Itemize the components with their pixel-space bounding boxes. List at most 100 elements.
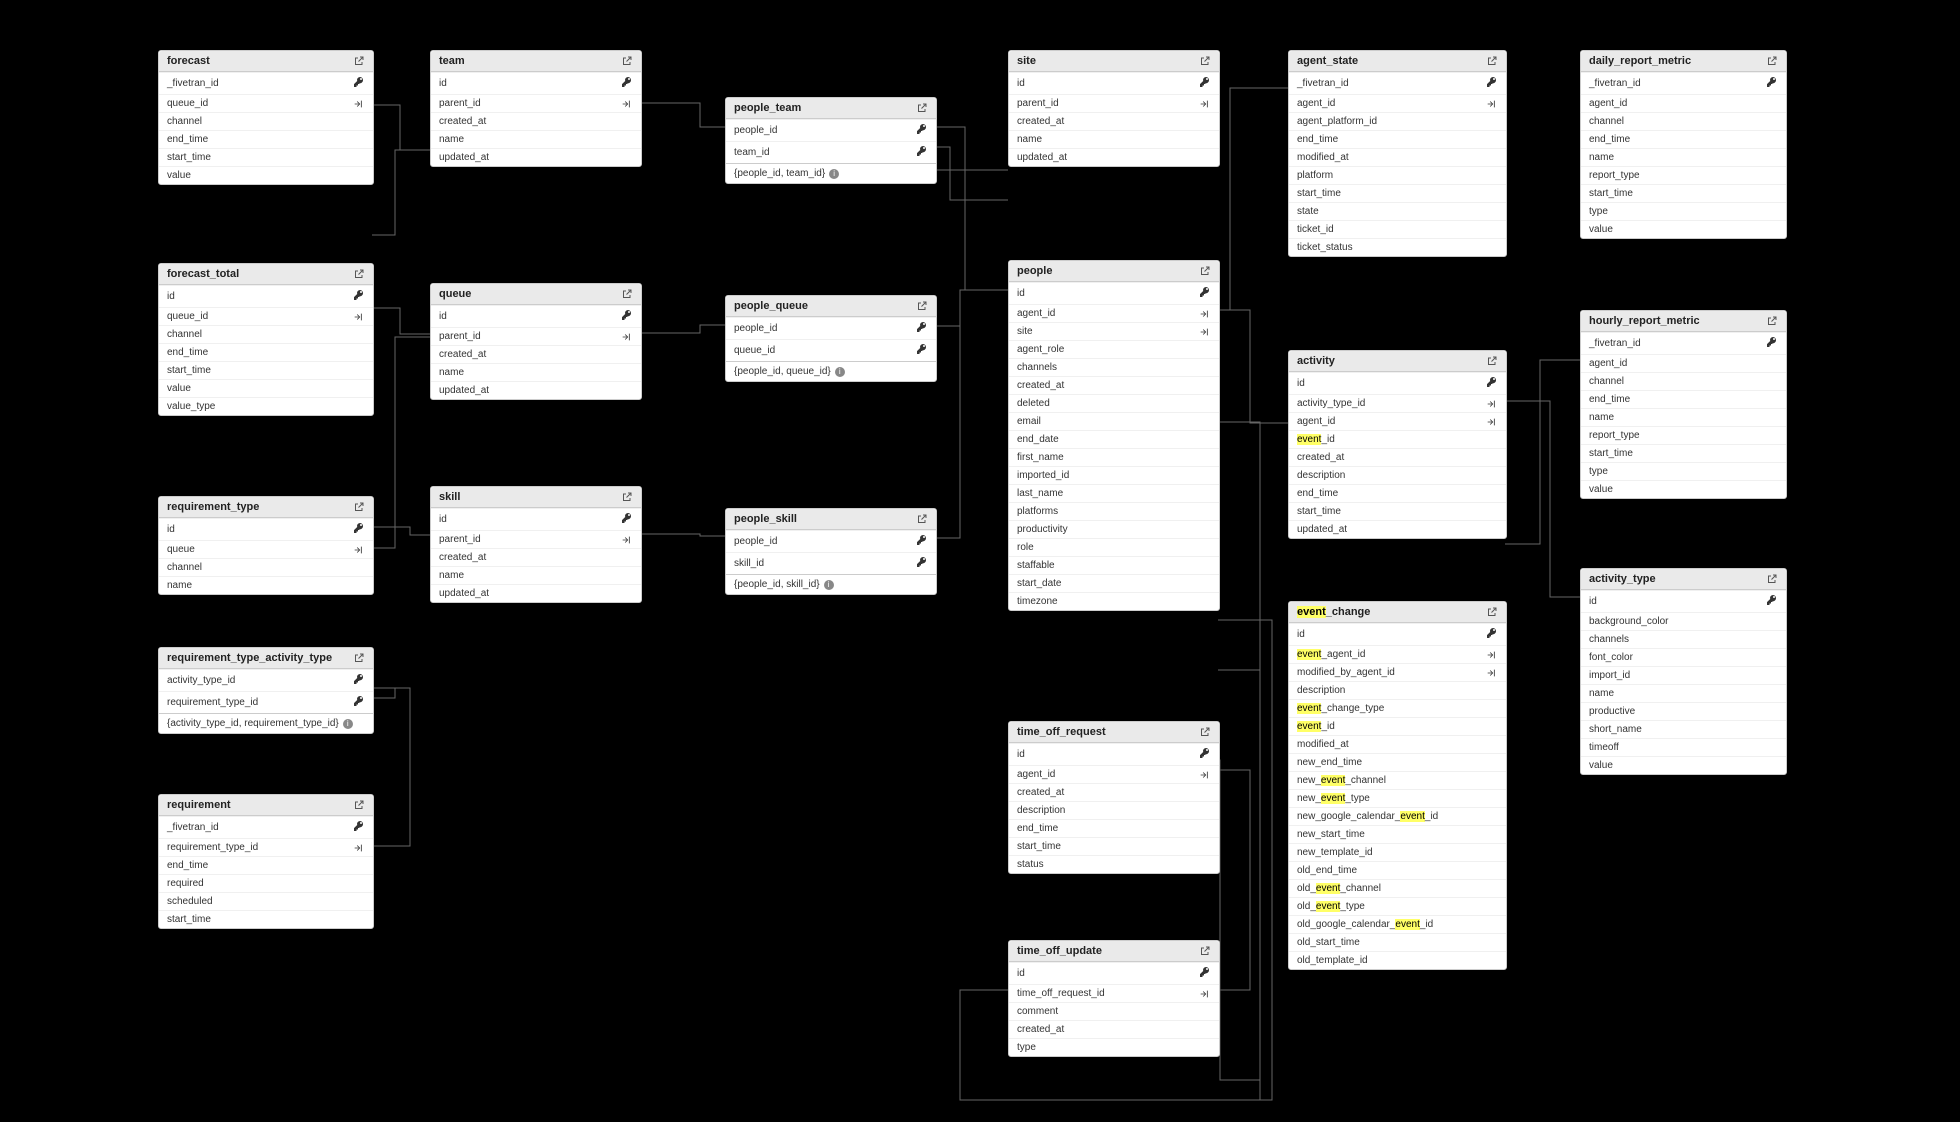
column-row[interactable]: start_time	[1289, 184, 1506, 202]
popout-icon[interactable]	[1199, 726, 1211, 738]
table-header[interactable]: skill	[431, 487, 641, 508]
popout-icon[interactable]	[621, 288, 633, 300]
column-row[interactable]: platforms	[1009, 502, 1219, 520]
table-team[interactable]: teamidparent_idcreated_atnameupdated_at	[430, 50, 642, 167]
column-row[interactable]: new_template_id	[1289, 843, 1506, 861]
column-row[interactable]: end_time	[159, 343, 373, 361]
column-row[interactable]: start_time	[1581, 444, 1786, 462]
column-row[interactable]: skill_id	[726, 552, 936, 574]
column-row[interactable]: name	[1009, 130, 1219, 148]
column-row[interactable]: end_date	[1009, 430, 1219, 448]
column-row[interactable]: old_end_time	[1289, 861, 1506, 879]
info-icon[interactable]: i	[824, 580, 834, 590]
column-row[interactable]: channel	[159, 325, 373, 343]
table-header[interactable]: site	[1009, 51, 1219, 72]
table-header[interactable]: requirement_type_activity_type	[159, 648, 373, 669]
column-row[interactable]: last_name	[1009, 484, 1219, 502]
column-row[interactable]: channel	[1581, 372, 1786, 390]
column-row[interactable]: new_event_type	[1289, 789, 1506, 807]
info-icon[interactable]: i	[343, 719, 353, 729]
table-header[interactable]: forecast	[159, 51, 373, 72]
table-requirement[interactable]: requirement_fivetran_idrequirement_type_…	[158, 794, 374, 929]
column-row[interactable]: old_event_channel	[1289, 879, 1506, 897]
popout-icon[interactable]	[1766, 55, 1778, 67]
table-event_change[interactable]: event_changeidevent_agent_idmodified_by_…	[1288, 601, 1507, 970]
column-row[interactable]: id	[1009, 72, 1219, 94]
table-skill[interactable]: skillidparent_idcreated_atnameupdated_at	[430, 486, 642, 603]
column-row[interactable]: people_id	[726, 119, 936, 141]
column-row[interactable]: _fivetran_id	[1581, 72, 1786, 94]
column-row[interactable]: name	[431, 130, 641, 148]
popout-icon[interactable]	[353, 55, 365, 67]
column-row[interactable]: activity_type_id	[1289, 394, 1506, 412]
column-row[interactable]: value	[159, 166, 373, 184]
column-row[interactable]: font_color	[1581, 648, 1786, 666]
column-row[interactable]: agent_platform_id	[1289, 112, 1506, 130]
popout-icon[interactable]	[353, 652, 365, 664]
column-row[interactable]: modified_at	[1289, 148, 1506, 166]
table-activity[interactable]: activityidactivity_type_idagent_idevent_…	[1288, 350, 1507, 539]
column-row[interactable]: id	[431, 72, 641, 94]
column-row[interactable]: id	[1009, 743, 1219, 765]
column-row[interactable]: description	[1289, 681, 1506, 699]
column-row[interactable]: requirement_type_id	[159, 838, 373, 856]
column-row[interactable]: team_id	[726, 141, 936, 163]
column-row[interactable]: agent_role	[1009, 340, 1219, 358]
column-row[interactable]: created_at	[1009, 112, 1219, 130]
column-row[interactable]: email	[1009, 412, 1219, 430]
column-row[interactable]: event_change_type	[1289, 699, 1506, 717]
column-row[interactable]: id	[1289, 623, 1506, 645]
column-row[interactable]: status	[1009, 855, 1219, 873]
table-header[interactable]: people	[1009, 261, 1219, 282]
column-row[interactable]: people_id	[726, 317, 936, 339]
column-row[interactable]: parent_id	[431, 94, 641, 112]
column-row[interactable]: activity_type_id	[159, 669, 373, 691]
info-icon[interactable]: i	[835, 367, 845, 377]
popout-icon[interactable]	[353, 799, 365, 811]
column-row[interactable]: required	[159, 874, 373, 892]
popout-icon[interactable]	[1486, 606, 1498, 618]
table-header[interactable]: requirement_type	[159, 497, 373, 518]
column-row[interactable]: comment	[1009, 1002, 1219, 1020]
popout-icon[interactable]	[916, 300, 928, 312]
column-row[interactable]: value_type	[159, 397, 373, 415]
column-row[interactable]: agent_id	[1581, 354, 1786, 372]
column-row[interactable]: created_at	[1009, 783, 1219, 801]
column-row[interactable]: agent_id	[1009, 304, 1219, 322]
column-row[interactable]: deleted	[1009, 394, 1219, 412]
table-queue[interactable]: queueidparent_idcreated_atnameupdated_at	[430, 283, 642, 400]
table-header[interactable]: team	[431, 51, 641, 72]
column-row[interactable]: created_at	[431, 548, 641, 566]
column-row[interactable]: name	[431, 363, 641, 381]
column-row[interactable]: type	[1581, 202, 1786, 220]
table-forecast_total[interactable]: forecast_totalidqueue_idchannelend_times…	[158, 263, 374, 416]
column-row[interactable]: description	[1009, 801, 1219, 819]
table-time_off_update[interactable]: time_off_updateidtime_off_request_idcomm…	[1008, 940, 1220, 1057]
column-row[interactable]: agent_id	[1289, 94, 1506, 112]
column-row[interactable]: queue_id	[159, 94, 373, 112]
column-row[interactable]: _fivetran_id	[159, 816, 373, 838]
column-row[interactable]: id	[159, 285, 373, 307]
column-row[interactable]: name	[1581, 684, 1786, 702]
column-row[interactable]: old_template_id	[1289, 951, 1506, 969]
column-row[interactable]: state	[1289, 202, 1506, 220]
column-row[interactable]: import_id	[1581, 666, 1786, 684]
column-row[interactable]: channels	[1009, 358, 1219, 376]
table-header[interactable]: time_off_update	[1009, 941, 1219, 962]
column-row[interactable]: type	[1581, 462, 1786, 480]
column-row[interactable]: event_id	[1289, 430, 1506, 448]
table-agent_state[interactable]: agent_state_fivetran_idagent_idagent_pla…	[1288, 50, 1507, 257]
table-header[interactable]: requirement	[159, 795, 373, 816]
popout-icon[interactable]	[353, 268, 365, 280]
column-row[interactable]: first_name	[1009, 448, 1219, 466]
table-header[interactable]: agent_state	[1289, 51, 1506, 72]
table-header[interactable]: people_skill	[726, 509, 936, 530]
column-row[interactable]: end_time	[1289, 130, 1506, 148]
column-row[interactable]: background_color	[1581, 612, 1786, 630]
table-header[interactable]: people_queue	[726, 296, 936, 317]
column-row[interactable]: id	[431, 305, 641, 327]
table-daily_report_metric[interactable]: daily_report_metric_fivetran_idagent_idc…	[1580, 50, 1787, 239]
popout-icon[interactable]	[1766, 573, 1778, 585]
erd-canvas[interactable]: forecast_fivetran_idqueue_idchannelend_t…	[0, 0, 1960, 1122]
table-requirement_type_activity_type[interactable]: requirement_type_activity_typeactivity_t…	[158, 647, 374, 734]
